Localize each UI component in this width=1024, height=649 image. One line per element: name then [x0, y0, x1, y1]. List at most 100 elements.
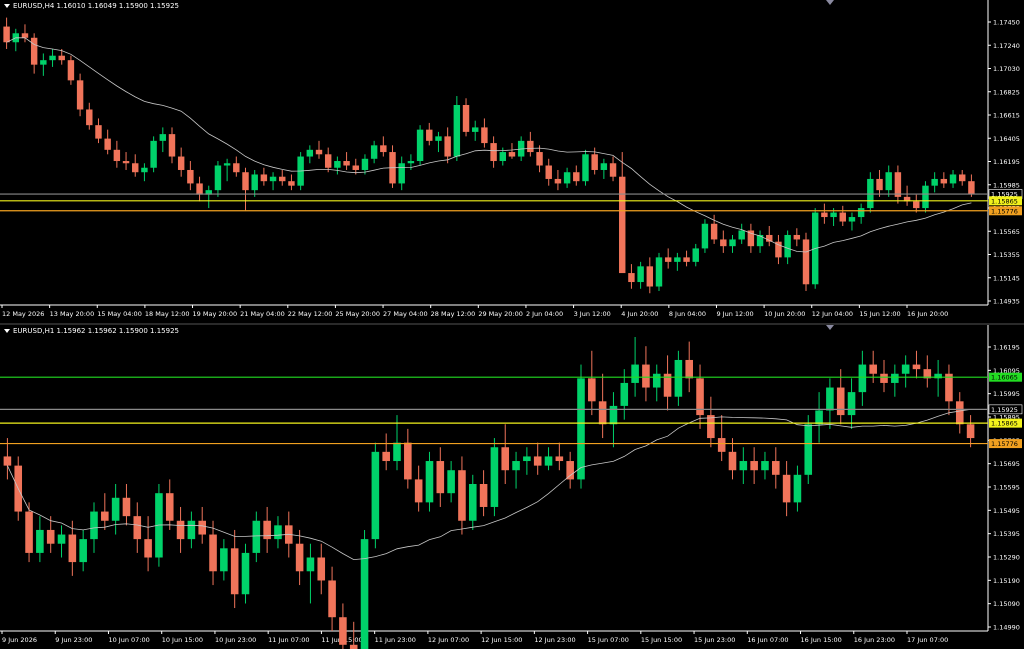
price-label-text: 1.15925: [991, 406, 1018, 414]
price-tick-label: 1.16195: [993, 158, 1020, 166]
candle-body: [664, 257, 672, 262]
price-tick-label: 1.15395: [993, 530, 1020, 538]
candle-body: [209, 534, 217, 572]
candle-body: [901, 364, 910, 374]
chart-canvas-h4[interactable]: 1.17450 1.17240 1.17030 1.16825 1.16615 1.164…: [0, 0, 1024, 323]
candle-body: [555, 456, 564, 462]
candle-body: [76, 80, 84, 110]
price-tick-label: 1.17030: [993, 65, 1020, 73]
candle-body: [21, 33, 29, 38]
candle-body: [150, 140, 157, 168]
time-tick-label: 15 Jun 07:00: [588, 636, 629, 644]
menu-triangle-icon[interactable]: [4, 329, 10, 333]
candle-body: [176, 520, 185, 540]
candle-body: [685, 359, 693, 379]
candle-body: [334, 161, 341, 168]
time-tick-label: 16 Jun 23:00: [854, 636, 895, 644]
candle-body: [598, 401, 607, 425]
time-tick-label: 11 Jun 23:00: [375, 636, 416, 644]
price-tick-label: 1.17450: [993, 19, 1020, 27]
candle-body: [628, 273, 635, 283]
candle-body: [25, 511, 33, 553]
price-label-yellow: 1.15865: [989, 196, 1022, 206]
candle-body: [57, 534, 66, 544]
candle-body: [717, 438, 726, 452]
candle-body: [196, 183, 203, 195]
candle-body: [46, 529, 55, 544]
candle-body: [361, 158, 369, 170]
candle-body: [111, 497, 120, 521]
price-tick-label: 1.16405: [993, 135, 1020, 143]
candle-body: [869, 364, 877, 374]
time-tick-label: 10 Jun 07:00: [108, 636, 149, 644]
menu-triangle-icon[interactable]: [4, 4, 10, 8]
time-tick-label: 12 Jun 07:00: [428, 636, 469, 644]
candle-body: [67, 60, 75, 81]
candle-body: [527, 140, 534, 153]
chart-pane-h4[interactable]: 1.17450 1.17240 1.17030 1.16825 1.16615 1.164…: [0, 0, 1024, 324]
candle-body: [36, 529, 44, 553]
candle-body: [252, 520, 261, 553]
price-label-orange: 1.15776: [989, 206, 1022, 216]
candle-body: [122, 497, 131, 517]
candle-body: [609, 163, 617, 177]
candle-body: [750, 461, 758, 471]
candle-body: [566, 461, 574, 480]
price-tick-label: 1.15565: [993, 228, 1020, 236]
candle-body: [113, 149, 121, 162]
chart-title-text: EURUSD,H4 1.16010 1.16049 1.15900 1.1592…: [13, 2, 179, 10]
candle-body: [132, 163, 139, 173]
candle-body: [490, 143, 497, 162]
chart-shift-marker-icon[interactable]: [826, 325, 834, 330]
candle-body: [949, 174, 957, 184]
candle-body: [876, 178, 883, 191]
time-tick-label: 16 Jun 20:00: [907, 310, 948, 318]
chart-title-h1: EURUSD,H1 1.15962 1.15962 1.15900 1.1592…: [4, 327, 179, 335]
candle-body: [279, 176, 286, 182]
candle-body: [793, 234, 801, 240]
price-tick-label: 1.17240: [993, 42, 1020, 50]
candle-body: [912, 364, 921, 370]
candle-body: [58, 55, 65, 61]
chart-pane-h1[interactable]: 1.161951.160951.159951.158951.157951.156…: [0, 325, 1024, 649]
candle-body: [655, 257, 663, 287]
chart-shift-marker-icon[interactable]: [826, 0, 834, 5]
candle-body: [804, 424, 813, 475]
candle-body: [177, 156, 185, 170]
price-tick-label: 1.15355: [993, 251, 1020, 259]
candle-body: [880, 373, 888, 383]
chart-canvas-h1[interactable]: 1.161951.160951.159951.158951.157951.156…: [0, 325, 1024, 649]
candle-body: [435, 136, 442, 141]
candle-body: [600, 163, 608, 170]
candle-body: [802, 239, 810, 285]
candle-body: [533, 456, 542, 466]
candle-body: [885, 172, 892, 191]
candle-body: [728, 451, 737, 471]
candle-body: [398, 163, 405, 184]
candle-body: [90, 511, 98, 540]
candle-body: [836, 387, 845, 416]
candle-body: [263, 520, 271, 540]
price-tick-label: 1.15995: [993, 390, 1020, 398]
candle-body: [573, 172, 580, 182]
candle-body: [436, 461, 445, 494]
time-tick-label: 13 May 20:00: [50, 310, 95, 318]
candle-body: [288, 181, 295, 186]
candle-body: [382, 451, 390, 462]
price-label-green: 1.16065: [989, 372, 1022, 382]
candle-body: [940, 178, 948, 184]
candle-body: [815, 410, 823, 425]
candle-body: [187, 520, 196, 540]
time-tick-label: 15 Jun 15:00: [641, 636, 682, 644]
candle-body: [3, 26, 10, 43]
candle-body: [223, 163, 231, 166]
time-tick-label: 3 Jun 12:00: [574, 310, 611, 318]
candle-body: [577, 378, 585, 480]
candle-body: [68, 534, 77, 563]
candle-body: [317, 557, 326, 581]
price-label-text: 1.15865: [991, 420, 1018, 428]
candle-body: [784, 234, 791, 258]
time-tick-label: 10 Jun 23:00: [215, 636, 256, 644]
candle-body: [931, 178, 938, 186]
candle-body: [761, 461, 769, 471]
